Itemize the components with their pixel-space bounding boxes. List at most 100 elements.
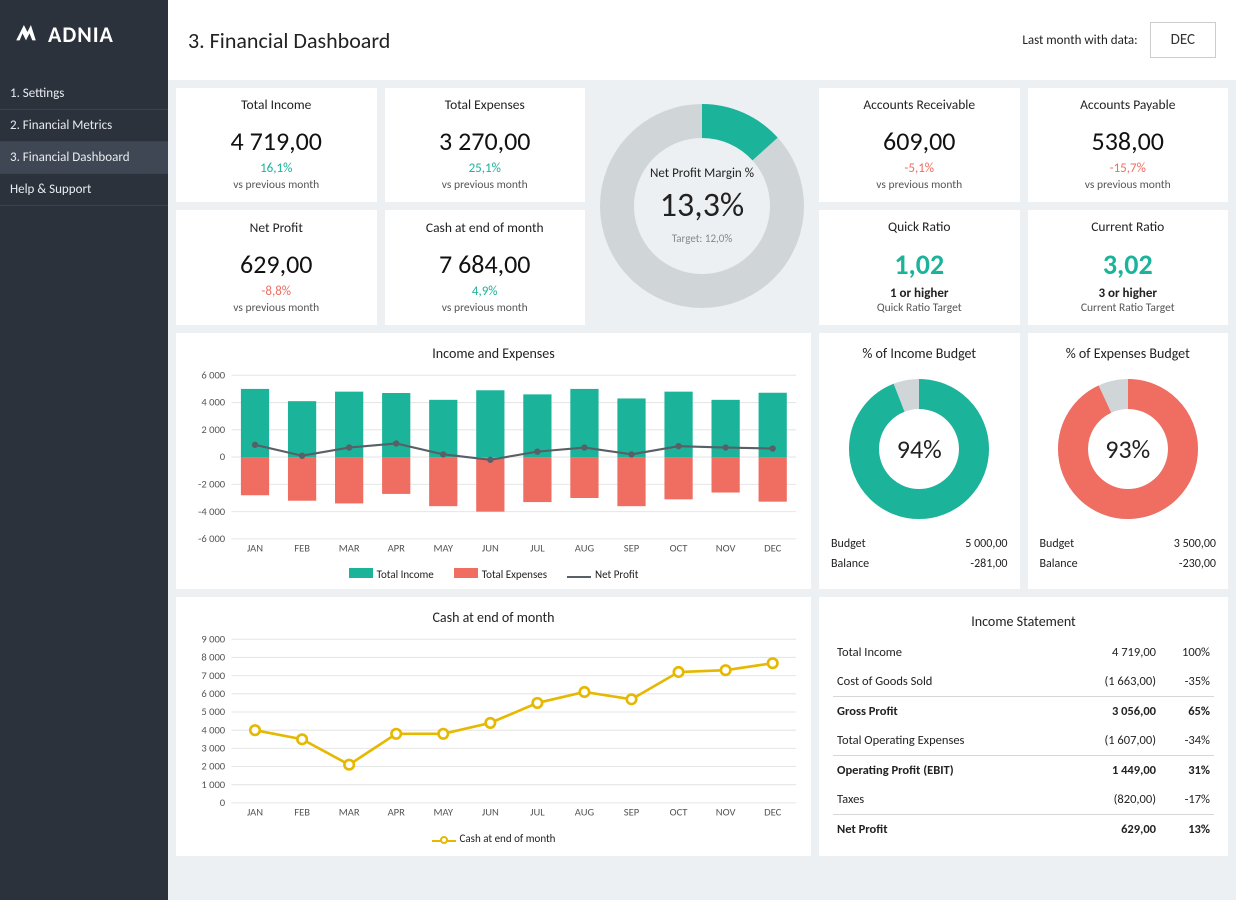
svg-text:JUN: JUN xyxy=(482,806,499,819)
budget-label: Budget xyxy=(1040,537,1075,551)
balance-value: -281,00 xyxy=(970,557,1007,571)
card-title: Accounts Payable xyxy=(1080,96,1175,113)
gauge-label: Net Profit Margin % xyxy=(650,166,754,181)
card-expenses-budget: % of Expenses Budget 93% Budget3 500,00 … xyxy=(1028,333,1229,589)
svg-text:JAN: JAN xyxy=(247,806,263,819)
main: 3. Financial Dashboard Last month with d… xyxy=(168,0,1236,900)
brand-text: ADNIA xyxy=(48,21,114,48)
chart-income-expenses: Income and Expenses -6 000-4 000-2 00002… xyxy=(176,333,811,589)
card-value: 4 719,00 xyxy=(231,125,322,157)
svg-text:1 000: 1 000 xyxy=(201,778,225,791)
last-month-label: Last month with data: xyxy=(1022,33,1137,48)
balance-label: Balance xyxy=(1040,557,1078,571)
card-cash-eom: Cash at end of month 7 684,00 4,9% vs pr… xyxy=(385,210,586,325)
header: 3. Financial Dashboard Last month with d… xyxy=(168,0,1236,80)
svg-text:APR: APR xyxy=(388,806,406,819)
card-accounts-payable: Accounts Payable 538,00 -15,7% vs previo… xyxy=(1028,88,1229,202)
donut-expenses: 93% xyxy=(1053,374,1203,524)
nav-item[interactable]: 3. Financial Dashboard xyxy=(0,142,168,174)
svg-text:OCT: OCT xyxy=(670,542,689,555)
svg-text:0: 0 xyxy=(220,796,226,809)
ie-legend: Total Income Total Expenses Net Profit xyxy=(184,564,803,585)
card-delta: 25,1% xyxy=(469,161,501,176)
svg-text:0: 0 xyxy=(220,450,226,463)
svg-text:5 000: 5 000 xyxy=(201,705,225,718)
card-sub: vs previous month xyxy=(233,178,319,192)
card-sub: vs previous month xyxy=(442,178,528,192)
chart-title: Cash at end of month xyxy=(184,609,803,626)
card-value: 629,00 xyxy=(240,248,312,280)
card-value: 538,00 xyxy=(1092,125,1164,157)
card-sub: vs previous month xyxy=(233,301,319,315)
donut-income: 94% xyxy=(844,374,994,524)
month-select[interactable]: DEC xyxy=(1150,22,1216,58)
stmt-row: Net Profit629,0013% xyxy=(833,815,1214,845)
budget-value: 5 000,00 xyxy=(965,537,1007,551)
stmt-title: Income Statement xyxy=(833,613,1214,630)
svg-text:MAY: MAY xyxy=(434,542,454,555)
card-net-profit-margin: Net Profit Margin % 13,3% Target: 12,0% xyxy=(593,88,811,325)
gauge: Net Profit Margin % 13,3% Target: 12,0% xyxy=(597,101,807,311)
svg-text:3 000: 3 000 xyxy=(201,742,225,755)
svg-text:DEC: DEC xyxy=(764,542,782,555)
card-sub: Current Ratio Target xyxy=(1081,301,1175,315)
svg-text:AUG: AUG xyxy=(575,806,595,819)
chart-title: Income and Expenses xyxy=(184,345,803,362)
card-title: Net Profit xyxy=(250,219,303,236)
card-title: % of Expenses Budget xyxy=(1036,345,1221,362)
svg-text:JUL: JUL xyxy=(530,542,545,555)
card-value: 609,00 xyxy=(883,125,955,157)
card-accounts-receivable: Accounts Receivable 609,00 -5,1% vs prev… xyxy=(819,88,1020,202)
card-title: % of Income Budget xyxy=(827,345,1012,362)
nav-item[interactable]: 1. Settings xyxy=(0,78,168,110)
card-value: 7 684,00 xyxy=(439,248,530,280)
svg-text:JAN: JAN xyxy=(247,542,263,555)
budget-label: Budget xyxy=(831,537,866,551)
donut-pct: 93% xyxy=(1053,374,1203,524)
card-title: Cash at end of month xyxy=(426,219,544,236)
svg-text:6 000: 6 000 xyxy=(201,687,225,700)
page-title: 3. Financial Dashboard xyxy=(188,27,390,54)
svg-text:FEB: FEB xyxy=(294,806,310,819)
card-delta: -15,7% xyxy=(1110,161,1146,176)
card-title: Current Ratio xyxy=(1091,218,1164,235)
card-sub: Quick Ratio Target xyxy=(877,301,962,315)
svg-text:JUN: JUN xyxy=(482,542,499,555)
stmt-row: Taxes(820,00)-17% xyxy=(833,785,1214,815)
last-month-block: Last month with data: DEC xyxy=(1022,22,1216,58)
donut-pct: 94% xyxy=(844,374,994,524)
card-delta: 16,1% xyxy=(260,161,292,176)
card-title: Total Expenses xyxy=(445,96,525,113)
budget-value: 3 500,00 xyxy=(1174,537,1216,551)
ratio-target: 1 or higher xyxy=(890,286,949,301)
stmt-table: Total Income4 719,00100%Cost of Goods So… xyxy=(833,638,1214,844)
svg-text:AUG: AUG xyxy=(575,542,595,555)
nav-item[interactable]: 2. Financial Metrics xyxy=(0,110,168,142)
stmt-row: Total Income4 719,00100% xyxy=(833,638,1214,667)
nav: 1. Settings2. Financial Metrics3. Financ… xyxy=(0,78,168,206)
svg-text:APR: APR xyxy=(388,542,406,555)
svg-text:2 000: 2 000 xyxy=(201,423,225,436)
card-current-ratio: Current Ratio 3,02 3 or higher Current R… xyxy=(1028,210,1229,325)
card-quick-ratio: Quick Ratio 1,02 1 or higher Quick Ratio… xyxy=(819,210,1020,325)
svg-text:NOV: NOV xyxy=(716,542,736,555)
svg-text:2 000: 2 000 xyxy=(201,760,225,773)
svg-text:SEP: SEP xyxy=(624,806,640,819)
card-value: 3,02 xyxy=(1103,247,1153,282)
svg-text:4 000: 4 000 xyxy=(201,723,225,736)
nav-item[interactable]: Help & Support xyxy=(0,174,168,206)
svg-text:DEC: DEC xyxy=(764,806,782,819)
svg-text:-6 000: -6 000 xyxy=(198,532,226,545)
chart-cash: Cash at end of month 0 1 000 2 000 3 000 4 0… xyxy=(176,597,811,856)
svg-text:8 000: 8 000 xyxy=(201,651,225,664)
stmt-row: Cost of Goods Sold(1 663,00)-35% xyxy=(833,667,1214,697)
ie-chart-svg: -6 000-4 000-2 00002 0004 0006 000JANFEB… xyxy=(184,370,807,560)
svg-text:FEB: FEB xyxy=(294,542,310,555)
svg-text:OCT: OCT xyxy=(670,806,689,819)
card-delta: -5,1% xyxy=(904,161,934,176)
sidebar: ADNIA 1. Settings2. Financial Metrics3. … xyxy=(0,0,168,900)
stmt-row: Total Operating Expenses(1 607,00)-34% xyxy=(833,726,1214,756)
card-income-budget: % of Income Budget 94% Budget5 000,00 Ba… xyxy=(819,333,1020,589)
svg-text:9 000: 9 000 xyxy=(201,634,225,645)
card-title: Accounts Receivable xyxy=(863,96,975,113)
